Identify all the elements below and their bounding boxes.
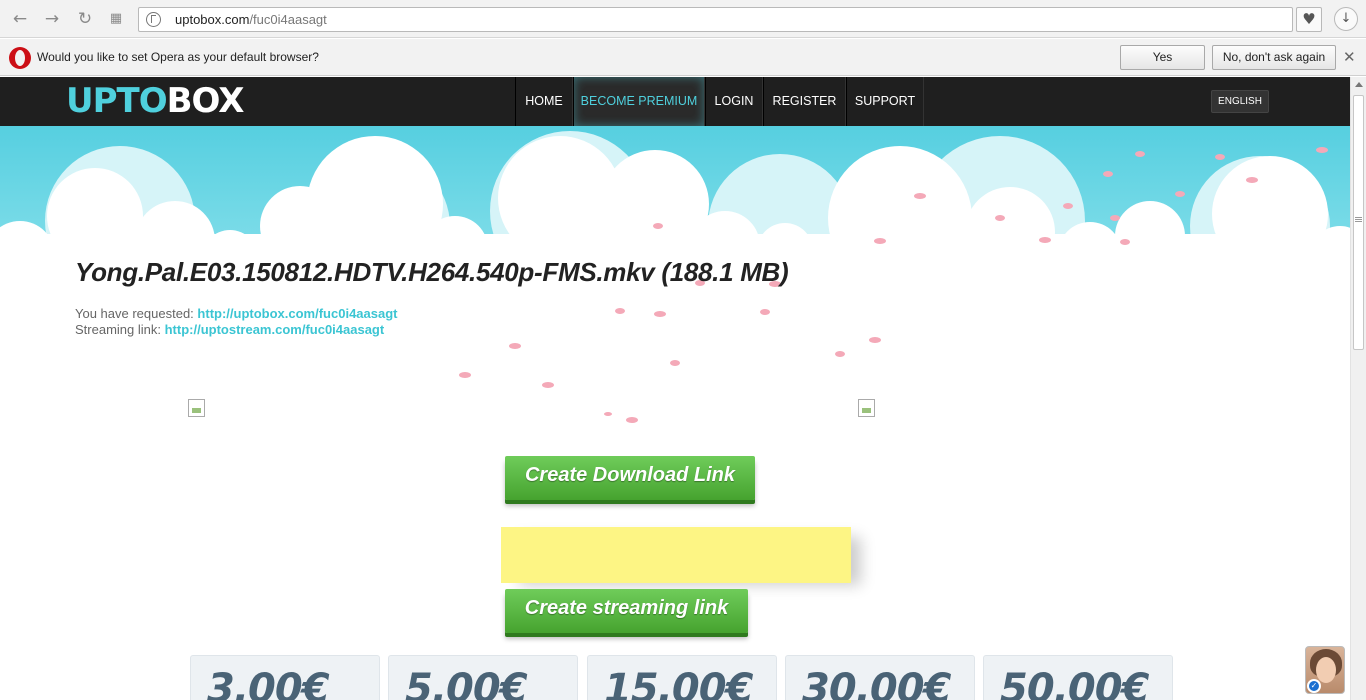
price-box[interactable]: 50.00€: [983, 655, 1173, 700]
scrollbar-grip-icon: [1355, 217, 1362, 218]
url-path: /fuc0i4aasagt: [249, 12, 327, 27]
default-browser-infobar: Would you like to set Opera as your defa…: [0, 39, 1366, 76]
vertical-scrollbar[interactable]: [1350, 77, 1366, 700]
reload-icon[interactable]: ↻: [75, 9, 95, 29]
file-title: Yong.Pal.E03.150812.HDTV.H264.540p-FMS.m…: [75, 257, 789, 287]
site-info-icon[interactable]: [146, 12, 161, 27]
broken-image-icon[interactable]: [858, 399, 875, 417]
price-value: 5.00€: [405, 666, 528, 700]
nav-login[interactable]: LOGIN: [705, 77, 763, 126]
broken-image-icon[interactable]: [188, 399, 205, 417]
create-streaming-link-button[interactable]: Create streaming link: [505, 589, 748, 633]
heart-icon[interactable]: ♥: [1296, 7, 1322, 32]
url-text[interactable]: uptobox.com/fuc0i4aasagt: [175, 12, 327, 27]
create-download-link-button[interactable]: Create Download Link: [505, 456, 755, 500]
requested-link[interactable]: http://uptobox.com/fuc0i4aasagt: [197, 306, 397, 321]
price-box[interactable]: 5.00€: [388, 655, 578, 700]
support-chat-avatar[interactable]: ✓: [1305, 646, 1345, 694]
price-value: 15.00€: [604, 666, 753, 700]
price-box[interactable]: 30.00€: [785, 655, 975, 700]
browser-toolbar: ← → ↻ ▦ uptobox.com/fuc0i4aasagt ♥ ↓: [0, 0, 1366, 38]
price-value: 50.00€: [1000, 666, 1149, 700]
nav-support[interactable]: SUPPORT: [846, 77, 924, 126]
verified-check-icon: ✓: [1307, 679, 1321, 693]
nav-become-premium[interactable]: BECOME PREMIUM: [573, 77, 705, 126]
streaming-line: Streaming link: http://uptostream.com/fu…: [75, 322, 384, 337]
requested-line: You have requested: http://uptobox.com/f…: [75, 306, 398, 321]
forward-icon[interactable]: →: [42, 9, 62, 29]
logo-part-box: BOX: [166, 81, 245, 121]
page-viewport: UPTOBOX HOME BECOME PREMIUM LOGIN REGIST…: [0, 77, 1350, 700]
infobar-message: Would you like to set Opera as your defa…: [37, 50, 319, 64]
download-icon[interactable]: ↓: [1334, 7, 1358, 31]
opera-logo-icon: [9, 47, 31, 69]
price-box[interactable]: 3.00€: [190, 655, 380, 700]
language-selector[interactable]: ENGLISH: [1211, 90, 1269, 113]
logo-part-upto: UPTO: [66, 81, 168, 121]
nav-register[interactable]: REGISTER: [763, 77, 846, 126]
nav-home[interactable]: HOME: [515, 77, 573, 126]
url-domain: uptobox.com: [175, 12, 250, 27]
uptobox-logo[interactable]: UPTOBOX: [66, 81, 245, 121]
scrollbar-thumb[interactable]: [1353, 95, 1364, 350]
streaming-label: Streaming link:: [75, 322, 161, 337]
scroll-up-arrow-icon[interactable]: [1355, 82, 1363, 87]
price-value: 30.00€: [802, 666, 951, 700]
address-bar[interactable]: uptobox.com/fuc0i4aasagt: [138, 7, 1293, 32]
avatar-face: [1316, 657, 1336, 683]
yes-button[interactable]: Yes: [1120, 45, 1205, 70]
close-icon[interactable]: ✕: [1343, 48, 1356, 66]
speed-dial-icon[interactable]: ▦: [106, 9, 126, 29]
price-value: 3.00€: [207, 666, 330, 700]
site-header: UPTOBOX HOME BECOME PREMIUM LOGIN REGIST…: [0, 77, 1350, 126]
no-dont-ask-button[interactable]: No, don't ask again: [1212, 45, 1336, 70]
back-icon[interactable]: ←: [10, 9, 30, 29]
yellow-notice-box: [501, 527, 851, 583]
requested-label: You have requested:: [75, 306, 194, 321]
streaming-link[interactable]: http://uptostream.com/fuc0i4aasagt: [165, 322, 385, 337]
price-box[interactable]: 15.00€: [587, 655, 777, 700]
